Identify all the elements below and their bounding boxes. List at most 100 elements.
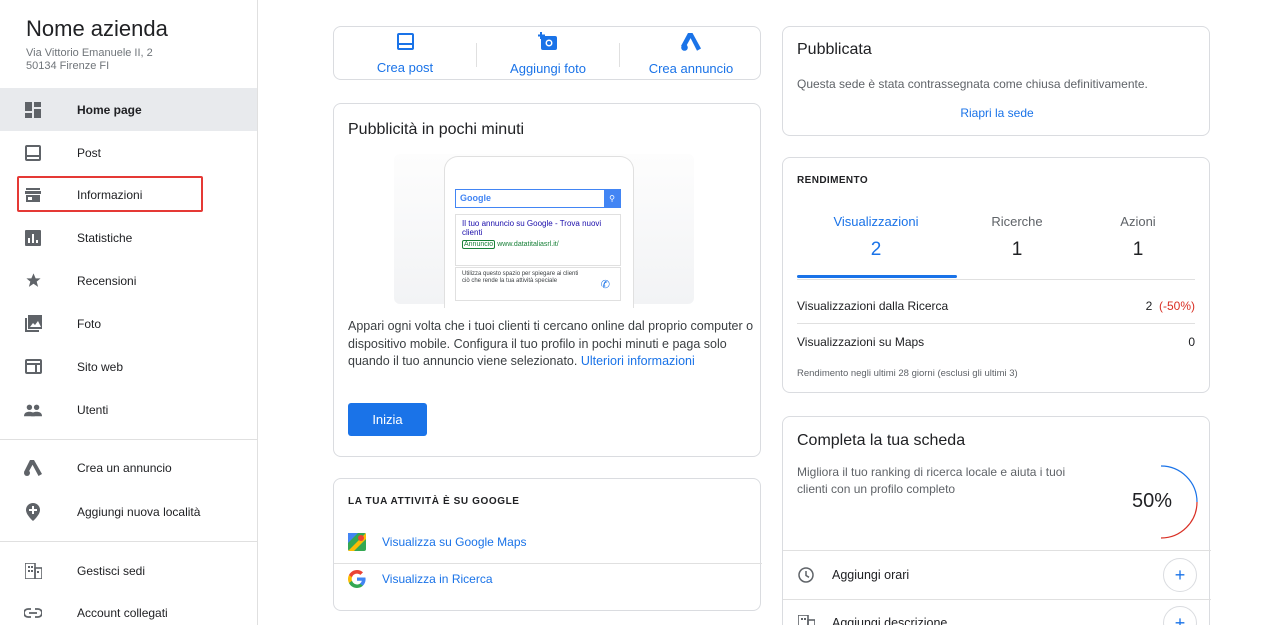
people-icon [24, 401, 42, 419]
business-address: Via Vittorio Emanuele II, 2 50134 Firenz… [26, 47, 153, 73]
sidebar-item-crea-annuncio[interactable]: Crea un annuncio [0, 446, 257, 489]
address-line-1: Via Vittorio Emanuele II, 2 [26, 47, 153, 59]
view-on-maps-label: Visualizza su Google Maps [382, 535, 527, 549]
tab-azioni[interactable]: Azioni 1 [1067, 214, 1209, 261]
add-photo-icon [538, 32, 558, 56]
add-photo-button[interactable]: Aggiungi foto [477, 27, 619, 81]
link-icon [24, 604, 42, 622]
ads-card-title: Pubblicità in pochi minuti [348, 121, 525, 138]
sidebar-item-label: Aggiungi nuova località [77, 504, 201, 519]
view-in-search-link[interactable]: Visualizza in Ricerca [348, 563, 748, 595]
mock-ad-url: www.datatitaliasrl.it/ [497, 241, 559, 248]
performance-note: Rendimento negli ultimi 28 giorni (esclu… [797, 368, 1018, 379]
add-description-item[interactable]: Aggiungi descrizione + [797, 606, 1197, 625]
tab-visualizzazioni[interactable]: Visualizzazioni 2 [805, 214, 947, 261]
sidebar-item-account-collegati[interactable]: Account collegati [0, 591, 257, 625]
sidebar-item-label: Home page [77, 102, 142, 117]
row-value: 2 (-50%) [1146, 299, 1195, 313]
search-icon: ⚲ [604, 190, 620, 207]
complete-profile-card: Completa la tua scheda Migliora il tuo r… [782, 416, 1211, 625]
sidebar-item-home[interactable]: Home page [0, 88, 257, 131]
sidebar-item-aggiungi-localita[interactable]: Aggiungi nuova località [0, 490, 257, 533]
row-change: (-50%) [1158, 299, 1195, 313]
sidebar-item-foto[interactable]: Foto [0, 302, 257, 345]
highlight-box [17, 176, 203, 212]
business-on-google-title: LA TUA ATTIVITÀ È SU GOOGLE [348, 496, 520, 507]
view-on-maps-link[interactable]: Visualizza su Google Maps [348, 526, 748, 558]
tab-value: 2 [870, 239, 882, 260]
complete-profile-title: Completa la tua scheda [797, 432, 966, 449]
google-ads-icon [24, 459, 42, 477]
active-tab-indicator [797, 275, 957, 278]
sidebar-item-label: Post [77, 145, 102, 160]
tab-label: Azioni [1120, 214, 1156, 229]
building-icon [797, 614, 815, 625]
mock-ad-title: Il tuo annuncio su Google - Trova nuovi … [462, 219, 602, 237]
quick-actions-card: Crea post Aggiungi foto Crea annuncio [333, 26, 761, 80]
reopen-location-link[interactable]: Riapri la sede [783, 106, 1211, 120]
row-label: Visualizzazioni su Maps [797, 335, 925, 349]
mock-ad-result: Il tuo annuncio su Google - Trova nuovi … [455, 214, 621, 266]
tab-label: Visualizzazioni [833, 214, 919, 229]
ads-description: Appari ogni volta che i tuoi clienti ti … [348, 318, 758, 371]
add-photo-label: Aggiungi foto [510, 61, 586, 76]
performance-card: RENDIMENTO Visualizzazioni 2 Ricerche 1 … [782, 157, 1210, 393]
view-in-search-label: Visualizza in Ricerca [382, 572, 493, 586]
mock-ad-description: Utilizza questo spazio per spiegare ai c… [455, 267, 621, 301]
card-divider [783, 550, 1211, 551]
add-description-button[interactable]: + [1163, 606, 1197, 625]
sidebar-item-label: Account collegati [77, 605, 168, 620]
sidebar: Nome azienda Via Vittorio Emanuele II, 2… [0, 0, 258, 625]
add-hours-button[interactable]: + [1163, 558, 1197, 592]
add-description-label: Aggiungi descrizione [832, 616, 948, 625]
performance-title: RENDIMENTO [797, 175, 869, 186]
photo-icon [24, 315, 42, 333]
sidebar-divider [0, 541, 257, 542]
sidebar-item-label: Statistiche [77, 230, 133, 245]
add-location-icon [24, 502, 42, 521]
create-post-label: Crea post [376, 60, 434, 75]
sidebar-divider [0, 439, 257, 440]
post-icon [396, 33, 414, 55]
create-post-button[interactable]: Crea post [334, 27, 476, 81]
sidebar-item-utenti[interactable]: Utenti [0, 388, 257, 431]
phone-mockup: Google ⚲ Il tuo annuncio su Google - Tro… [444, 156, 634, 308]
sidebar-item-statistiche[interactable]: Statistiche [0, 216, 257, 259]
star-icon [24, 272, 42, 290]
sidebar-item-recensioni[interactable]: Recensioni [0, 259, 257, 302]
mock-ad-text: Utilizza questo spazio per spiegare ai c… [462, 271, 579, 284]
buildings-icon [24, 562, 42, 580]
sidebar-item-label: Gestisci sedi [77, 563, 146, 578]
sidebar-item-gestisci-sedi[interactable]: Gestisci sedi [0, 549, 257, 592]
row-label: Visualizzazioni dalla Ricerca [797, 299, 949, 313]
add-hours-item[interactable]: Aggiungi orari + [797, 558, 1197, 592]
mock-ad-url-line: Annuncio www.datatitaliasrl.it/ [462, 240, 614, 249]
clock-icon [797, 566, 815, 584]
start-button[interactable]: Inizia [348, 403, 427, 436]
row-divider [797, 323, 1195, 324]
phone-icon: ✆ [600, 279, 610, 291]
dashboard-icon [24, 101, 42, 119]
sidebar-item-post[interactable]: Post [0, 131, 257, 174]
published-title: Pubblicata [797, 41, 872, 58]
sidebar-item-label: Utenti [77, 402, 109, 417]
sidebar-item-sito-web[interactable]: Sito web [0, 345, 257, 388]
google-ads-icon [681, 32, 701, 56]
complete-profile-description: Migliora il tuo ranking di ricerca local… [797, 465, 1066, 496]
more-info-link[interactable]: Ulteriori informazioni [581, 354, 695, 368]
sidebar-item-label: Crea un annuncio [77, 460, 172, 475]
create-ad-button[interactable]: Crea annuncio [620, 27, 762, 81]
google-maps-icon [348, 533, 366, 551]
google-logo: Google [460, 193, 491, 203]
bar-chart-icon [24, 229, 42, 247]
web-icon [24, 358, 42, 376]
tab-value: 1 [1132, 239, 1144, 260]
maps-views-row: Visualizzazioni su Maps 0 [797, 335, 1195, 349]
create-ad-label: Crea annuncio [648, 60, 734, 76]
sidebar-item-label: Recensioni [77, 273, 137, 288]
mock-search-bar: Google ⚲ [455, 189, 621, 208]
business-on-google-card: LA TUA ATTIVITÀ È SU GOOGLE Visualizza s… [333, 478, 762, 611]
card-divider [783, 599, 1211, 600]
add-hours-label: Aggiungi orari [832, 568, 910, 582]
progress-percent: 50% [1132, 490, 1173, 512]
